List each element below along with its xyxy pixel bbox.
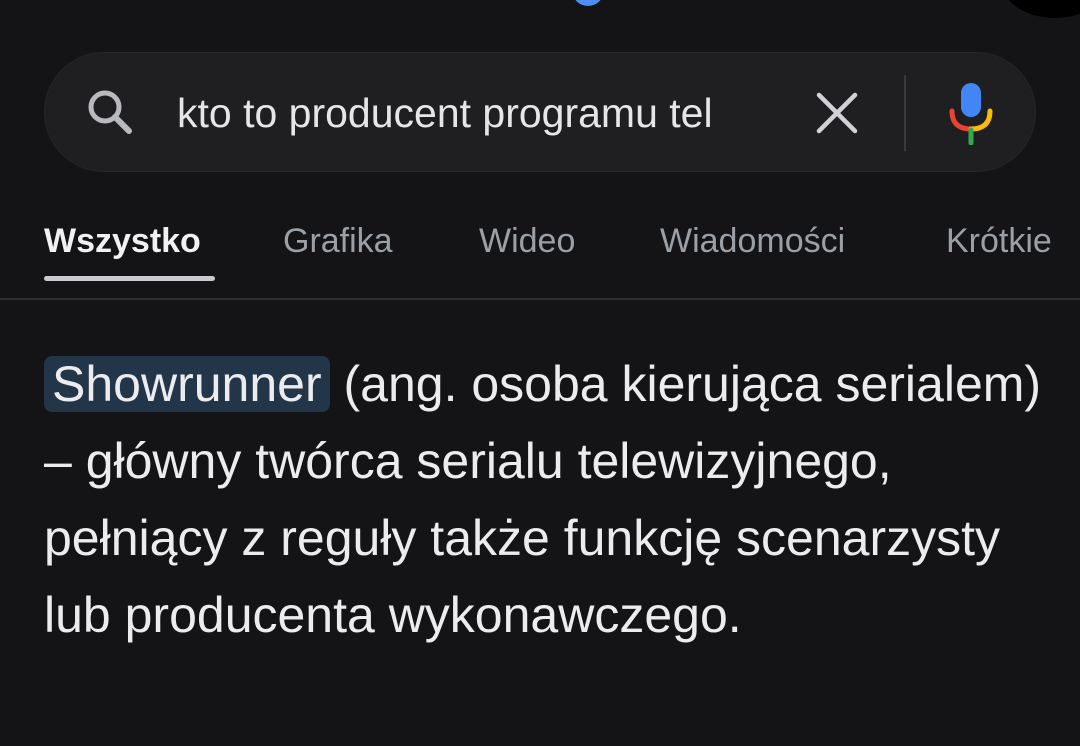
top-indicator-dot xyxy=(572,0,604,6)
tabs-divider xyxy=(0,298,1080,300)
search-results-page: Wszystko Grafika Wideo Wiadomości Krótki… xyxy=(0,0,1080,746)
close-icon[interactable] xyxy=(813,89,861,137)
featured-answer: Showrunner (ang. osoba kierująca seriale… xyxy=(44,346,1044,654)
search-bar-divider xyxy=(904,75,906,151)
tab-videos[interactable]: Wideo xyxy=(479,222,575,261)
highlighted-term: Showrunner xyxy=(44,356,330,412)
tab-shorts[interactable]: Krótkie xyxy=(946,222,1052,261)
screen-corner xyxy=(1000,0,1080,18)
active-tab-indicator xyxy=(44,276,215,281)
tab-news[interactable]: Wiadomości xyxy=(660,222,845,261)
search-tabs: Wszystko Grafika Wideo Wiadomości Krótki… xyxy=(0,214,1080,300)
search-input[interactable] xyxy=(177,85,777,141)
search-bar[interactable] xyxy=(44,52,1036,172)
search-icon xyxy=(88,90,132,134)
tab-all[interactable]: Wszystko xyxy=(44,222,201,261)
tab-images[interactable]: Grafika xyxy=(283,222,393,261)
microphone-icon[interactable] xyxy=(945,81,997,145)
